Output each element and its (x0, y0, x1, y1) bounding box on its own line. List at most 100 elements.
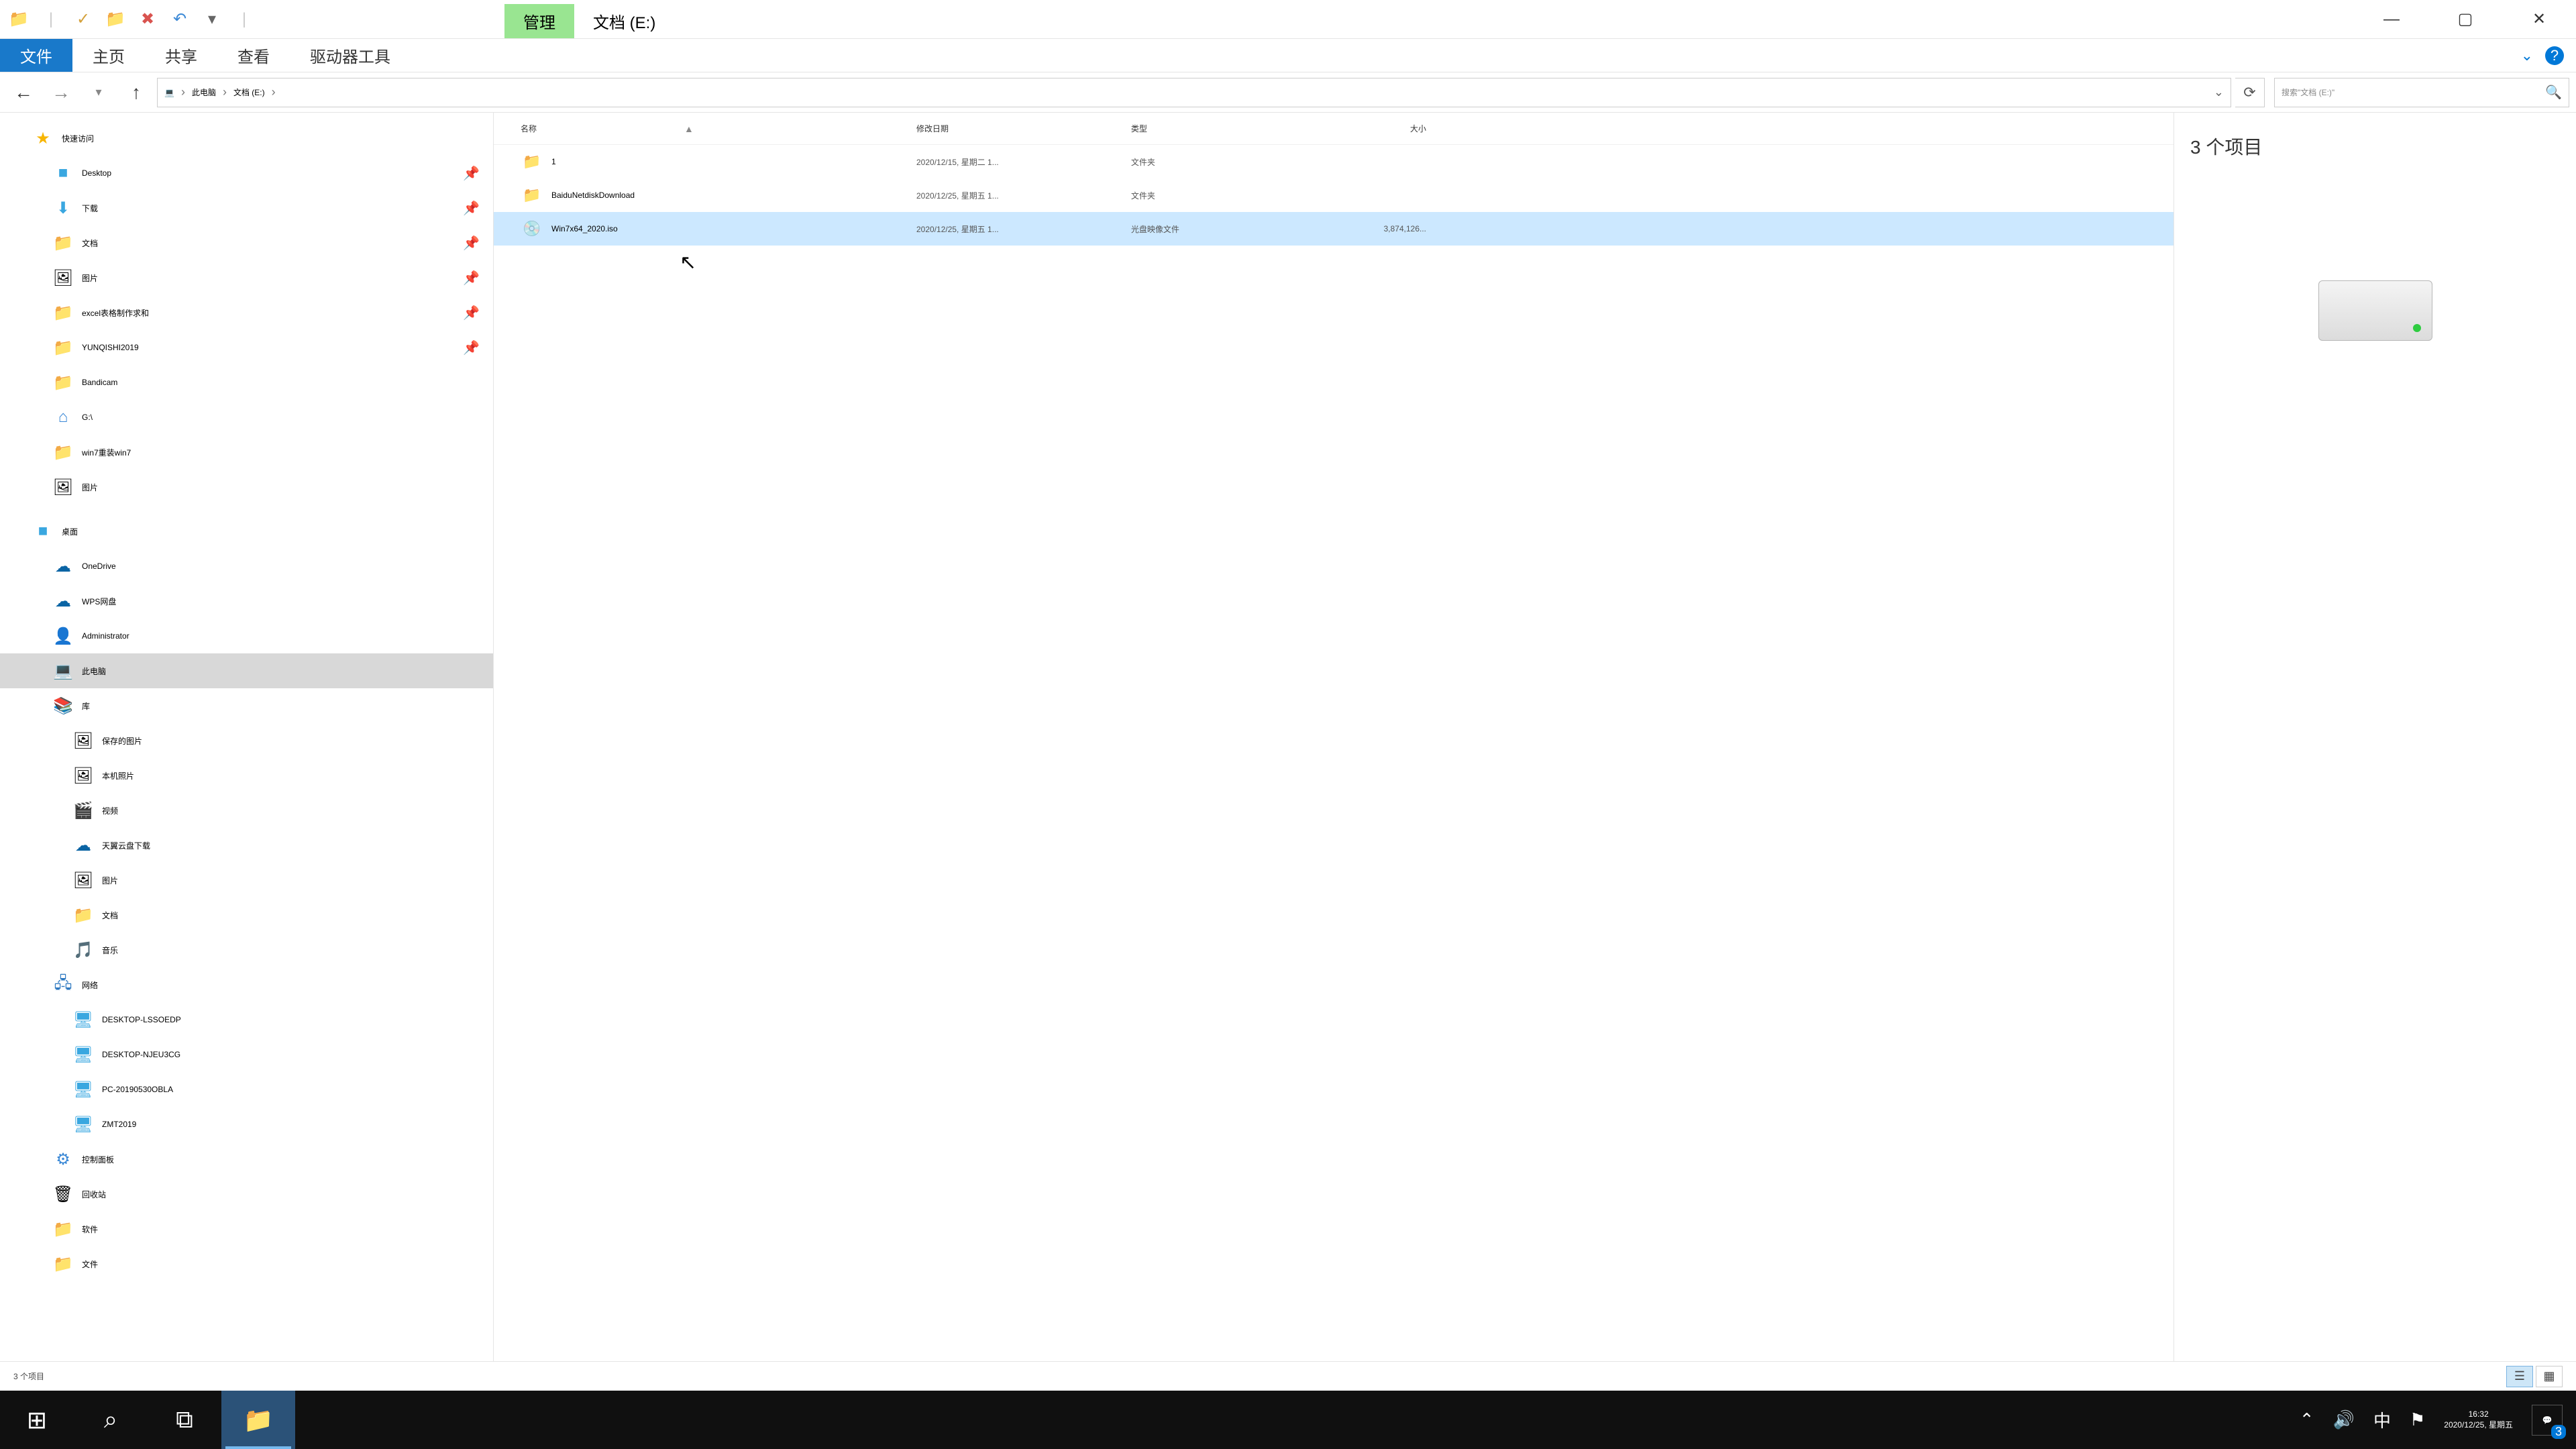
tree-item[interactable]: 控制面板 (0, 1142, 493, 1177)
navigation-tree[interactable]: 快速访问 Desktop📌下载📌文档📌图片📌excel表格制作求和📌YUNQIS… (0, 113, 494, 1361)
tree-item[interactable]: PC-20190530OBLA (0, 1072, 493, 1107)
tree-item[interactable]: Bandicam (0, 365, 493, 400)
tree-quick-access[interactable]: 快速访问 (0, 121, 493, 156)
ribbon-tab-view[interactable]: 查看 (217, 39, 290, 72)
search-icon[interactable]: 🔍 (2545, 84, 2562, 101)
tree-item[interactable]: YUNQISHI2019📌 (0, 330, 493, 365)
tree-network[interactable]: 网络 (0, 967, 493, 1002)
minimize-button[interactable]: — (2355, 0, 2428, 38)
ribbon-tab-share[interactable]: 共享 (145, 39, 217, 72)
help-icon[interactable]: ? (2545, 46, 2564, 65)
large-icons-view-button[interactable]: ▦ (2536, 1366, 2563, 1387)
task-view-button[interactable]: ⧉ (148, 1391, 221, 1449)
forward-button[interactable]: → (44, 78, 78, 107)
tree-item[interactable]: ZMT2019 (0, 1107, 493, 1142)
column-name[interactable]: 名称▲ (521, 123, 916, 134)
search-box[interactable]: 搜索"文档 (E:)" 🔍 (2274, 78, 2569, 107)
tree-item[interactable]: G:\ (0, 400, 493, 435)
qat-dropdown-icon[interactable]: ▾ (199, 6, 225, 33)
tree-item[interactable]: DESKTOP-LSSOEDP (0, 1002, 493, 1037)
tree-item[interactable]: 本机照片 (0, 758, 493, 793)
tree-item-label: excel表格制作求和 (82, 307, 149, 319)
tree-item[interactable]: 图片📌 (0, 260, 493, 295)
clock-date: 2020/12/25, 星期五 (2444, 1420, 2513, 1431)
new-folder-icon[interactable]: 📁 (102, 6, 129, 33)
tree-item[interactable]: win7重装win7 (0, 435, 493, 470)
action-center-icon[interactable]: 💬3 (2532, 1405, 2563, 1436)
file-row[interactable]: Win7x64_2020.iso2020/12/25, 星期五 1...光盘映像… (494, 212, 2174, 246)
ribbon-tab-home[interactable]: 主页 (72, 39, 145, 72)
file-type: 文件夹 (1131, 190, 1312, 201)
ime-indicator[interactable]: 中 (2373, 1407, 2391, 1432)
back-button[interactable]: ← (7, 78, 40, 107)
clock[interactable]: 16:32 2020/12/25, 星期五 (2444, 1409, 2513, 1430)
up-button[interactable]: ↑ (119, 78, 153, 107)
column-type[interactable]: 类型 (1131, 123, 1312, 134)
tree-item[interactable]: 文档 (0, 898, 493, 932)
preview-pane: 3 个项目 (2174, 113, 2576, 1361)
column-date[interactable]: 修改日期 (916, 123, 1131, 134)
chevron-right-icon[interactable]: › (272, 85, 276, 99)
expand-ribbon-icon[interactable]: ⌄ (2521, 47, 2533, 64)
tree-item[interactable]: 视频 (0, 793, 493, 828)
context-tab-manage[interactable]: 管理 (504, 4, 574, 38)
taskbar[interactable]: ⊞ ⌕ ⧉ 📁 ⌃ 🔊 中 ⚑ 16:32 2020/12/25, 星期五 💬3 (0, 1391, 2576, 1449)
tree-item[interactable]: 图片 (0, 863, 493, 898)
app-icon[interactable]: 📁 (5, 6, 32, 33)
tree-item[interactable]: 音乐 (0, 932, 493, 967)
network-icon (54, 975, 72, 994)
tree-item-label: PC-20190530OBLA (102, 1085, 173, 1094)
column-headers[interactable]: 名称▲ 修改日期 类型 大小 (494, 113, 2174, 145)
file-row[interactable]: 12020/12/15, 星期二 1...文件夹 (494, 145, 2174, 178)
breadcrumb-item[interactable]: 文档 (E:) (233, 87, 265, 98)
tree-item[interactable]: 图片 (0, 470, 493, 504)
tree-item-icon (54, 1185, 72, 1203)
tree-item[interactable]: 库 (0, 688, 493, 723)
file-date: 2020/12/25, 星期五 1... (916, 223, 1131, 235)
tree-item[interactable]: 保存的图片 (0, 723, 493, 758)
explorer-window: 📁 | ✓ 📁 ✖ ↶ ▾ | 管理 文档 (E:) — ▢ ✕ 文件 主页 共… (0, 0, 2576, 1391)
tree-item[interactable]: Desktop📌 (0, 156, 493, 191)
close-button[interactable]: ✕ (2502, 0, 2576, 38)
tree-desktop[interactable]: 桌面 (0, 514, 493, 549)
undo-icon[interactable]: ↶ (166, 6, 193, 33)
tree-item[interactable]: 软件 (0, 1212, 493, 1246)
start-button[interactable]: ⊞ (0, 1391, 74, 1449)
search-button[interactable]: ⌕ (74, 1391, 148, 1449)
tree-item[interactable]: 下载📌 (0, 191, 493, 225)
ribbon-tab-file[interactable]: 文件 (0, 39, 72, 72)
ribbon-tab-drive-tools[interactable]: 驱动器工具 (290, 39, 411, 72)
details-view-button[interactable]: ☰ (2506, 1366, 2533, 1387)
tree-item[interactable]: 回收站 (0, 1177, 493, 1212)
chevron-right-icon[interactable]: › (181, 85, 185, 99)
tree-item[interactable]: excel表格制作求和📌 (0, 295, 493, 330)
tree-item[interactable]: OneDrive (0, 549, 493, 584)
tree-item[interactable]: 文件 (0, 1246, 493, 1281)
tree-item[interactable]: 天翼云盘下载 (0, 828, 493, 863)
tree-item[interactable]: WPS网盘 (0, 584, 493, 619)
tree-item-icon (54, 164, 72, 182)
tree-item-label: 回收站 (82, 1189, 106, 1200)
tree-item[interactable]: 文档📌 (0, 225, 493, 260)
address-bar[interactable]: 💻 › 此电脑 › 文档 (E:) › ⌄ (157, 78, 2231, 107)
tree-item-icon (74, 731, 93, 750)
file-row[interactable]: BaiduNetdiskDownload2020/12/25, 星期五 1...… (494, 178, 2174, 212)
breadcrumb-item[interactable]: 此电脑 (192, 87, 216, 98)
chevron-right-icon[interactable]: › (223, 85, 227, 99)
security-icon[interactable]: ⚑ (2410, 1409, 2425, 1430)
delete-icon[interactable]: ✖ (134, 6, 161, 33)
tree-item[interactable]: Administrator (0, 619, 493, 653)
column-size[interactable]: 大小 (1312, 123, 1426, 134)
tree-item-icon (54, 373, 72, 392)
explorer-taskbar-icon[interactable]: 📁 (221, 1391, 295, 1449)
history-dropdown-icon[interactable]: ▾ (82, 78, 115, 107)
refresh-button[interactable]: ⟳ (2235, 78, 2265, 107)
properties-icon[interactable]: ✓ (70, 6, 97, 33)
status-bar: 3 个项目 ☰ ▦ (0, 1361, 2576, 1391)
address-dropdown-icon[interactable]: ⌄ (2214, 85, 2224, 99)
tree-item[interactable]: DESKTOP-NJEU3CG (0, 1037, 493, 1072)
volume-icon[interactable]: 🔊 (2333, 1409, 2355, 1430)
maximize-button[interactable]: ▢ (2428, 0, 2502, 38)
tree-item[interactable]: 此电脑 (0, 653, 493, 688)
tray-overflow-icon[interactable]: ⌃ (2300, 1409, 2314, 1430)
